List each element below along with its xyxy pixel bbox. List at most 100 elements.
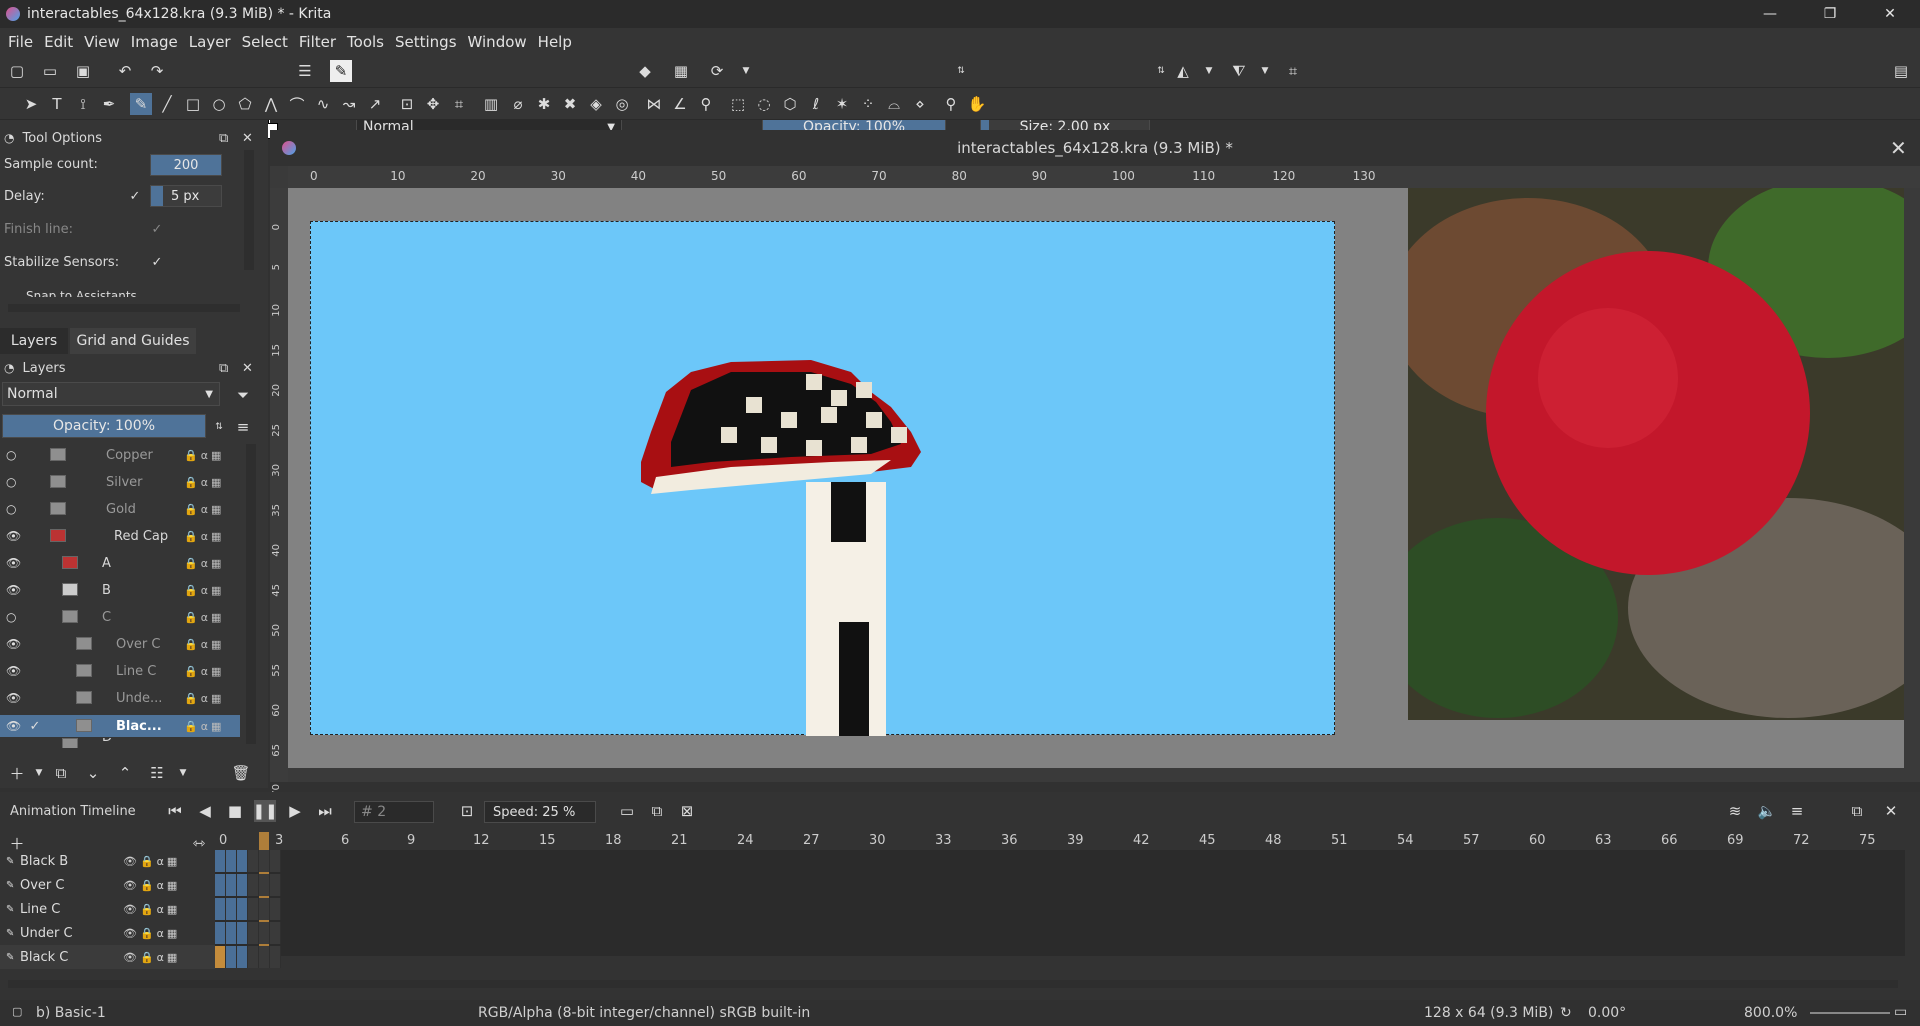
frame-cell[interactable] — [215, 898, 226, 920]
tool-options-vscrollbar[interactable] — [244, 150, 254, 270]
frame-cell[interactable] — [248, 850, 259, 872]
layer-checkbox[interactable]: ✓ — [28, 719, 42, 734]
layer-row-copper[interactable]: ○ Copper 🔒α▦ — [0, 444, 240, 466]
menu-tools[interactable]: Tools — [347, 33, 384, 51]
menu-layer[interactable]: Layer — [189, 33, 231, 51]
frame-cell[interactable] — [226, 898, 237, 920]
frame-cell[interactable] — [237, 922, 248, 944]
frame-cell[interactable] — [226, 874, 237, 896]
visibility-icon[interactable]: 👁 — [6, 691, 21, 705]
layer-lock-icons[interactable]: 🔒α▦ — [184, 665, 224, 678]
reload-preset-icon[interactable]: ⟳ — [706, 60, 728, 82]
frame-cell[interactable] — [237, 874, 248, 896]
layer-row-a[interactable]: 👁 A 🔒α▦ — [0, 552, 240, 574]
layer-opacity-stepper-icon[interactable]: ⇅ — [208, 416, 230, 438]
layer-row-b[interactable]: 👁 B 🔒α▦ — [0, 579, 240, 601]
frame-cell[interactable] — [215, 946, 226, 968]
delay-input[interactable]: 5 px — [150, 185, 222, 207]
visibility-icon[interactable]: 👁 — [6, 637, 21, 651]
visibility-icon[interactable]: 👁 — [6, 529, 21, 543]
frame-cell[interactable] — [270, 898, 281, 920]
pin-icon[interactable]: ✎ — [6, 856, 14, 867]
visibility-icon[interactable]: 👁 — [6, 664, 21, 678]
sample-count-input[interactable]: 200 — [150, 154, 222, 176]
select-shapes-tool-icon[interactable]: ➤ — [20, 93, 42, 115]
timeline-row-black-b[interactable]: ✎ Black B 👁🔒α▦ — [0, 849, 215, 873]
frame-cell[interactable] — [215, 874, 226, 896]
frame-grid[interactable]: 0 3 6 9 12 15 18 21 24 27 30 33 36 39 42 45 48 51 54 57 60 63… — [215, 832, 1905, 968]
previous-frame-icon[interactable]: ◀ — [194, 800, 216, 822]
delete-layer-icon[interactable]: 🗑 — [230, 762, 252, 784]
layer-lock-icons[interactable]: 🔒α▦ — [184, 557, 224, 570]
zoom-value[interactable]: 800.0% — [1744, 1005, 1797, 1021]
frame-cell[interactable] — [215, 850, 226, 872]
zoom-slider[interactable] — [1810, 1012, 1890, 1014]
layer-row-line-c[interactable]: 👁 Line C 🔒α▦ — [0, 660, 240, 682]
frame-cell[interactable] — [270, 874, 281, 896]
move-layer-up-icon[interactable]: ⌃ — [114, 762, 136, 784]
first-frame-icon[interactable]: ⏮ — [164, 800, 186, 822]
move-layer-down-icon[interactable]: ⌄ — [82, 762, 104, 784]
onion-skin-icon[interactable]: ▭ — [616, 800, 638, 822]
measure-tool-icon[interactable]: ∠ — [669, 93, 691, 115]
menu-select[interactable]: Select — [242, 33, 288, 51]
frame-cell[interactable] — [270, 850, 281, 872]
frame-cell[interactable] — [215, 922, 226, 944]
move-tool-icon[interactable]: ✥ — [422, 93, 444, 115]
timeline-row-under-c[interactable]: ✎ Under C 👁🔒α▦ — [0, 921, 215, 945]
redo-icon[interactable]: ↷ — [146, 60, 168, 82]
add-layer-icon[interactable]: ＋ — [6, 762, 28, 784]
layer-row-gold[interactable]: ○ Gold 🔒α▦ — [0, 498, 240, 520]
row-visibility-icons[interactable]: 👁🔒α▦ — [123, 879, 180, 892]
undo-icon[interactable]: ↶ — [114, 60, 136, 82]
frame-cell[interactable] — [270, 922, 281, 944]
stop-icon[interactable]: ■ — [224, 800, 246, 822]
wrap-around-icon[interactable]: ⌗ — [1282, 60, 1304, 82]
visibility-icon[interactable]: ○ — [6, 502, 16, 516]
polyline-tool-icon[interactable]: ⋀ — [260, 93, 282, 115]
filter-icon[interactable]: ⏷ — [232, 384, 254, 406]
frame-cell[interactable] — [237, 898, 248, 920]
layer-row-c[interactable]: ○ C 🔒α▦ — [0, 606, 240, 628]
visibility-icon[interactable]: ○ — [6, 448, 16, 462]
gradient-tool-icon[interactable]: ▥ — [480, 93, 502, 115]
assistant-tool-icon-2[interactable]: ⋈ — [643, 93, 665, 115]
menu-filter[interactable]: Filter — [299, 33, 336, 51]
frame-cell[interactable] — [259, 874, 270, 896]
layer-row-silver[interactable]: ○ Silver 🔒α▦ — [0, 471, 240, 493]
pin-icon[interactable]: ✎ — [6, 904, 14, 915]
chevron-down-icon[interactable]: ▼ — [735, 60, 757, 82]
layer-lock-icons[interactable]: 🔒α▦ — [184, 449, 224, 462]
freehand-path-tool-icon[interactable]: ∿ — [312, 93, 334, 115]
edit-shapes-tool-icon[interactable]: ⟟ — [72, 93, 94, 115]
layer-row-black-c-selected[interactable]: 👁 ✓ Blac... 🔒α▦ — [0, 715, 240, 737]
frame-cell[interactable] — [248, 922, 259, 944]
layer-options-menu-icon[interactable]: ≡ — [232, 416, 254, 438]
polygonal-selection-icon[interactable]: ⬡ — [779, 93, 801, 115]
layer-lock-icons[interactable]: 🔒α▦ — [184, 584, 224, 597]
restore-button[interactable]: ❐ — [1800, 0, 1860, 28]
eraser-icon[interactable]: ◆ — [634, 60, 656, 82]
timeline-row-line-c[interactable]: ✎ Line C 👁🔒α▦ — [0, 897, 215, 921]
reference-photo[interactable] — [1408, 188, 1904, 720]
layer-properties-icon[interactable]: ☷ — [146, 762, 168, 784]
stabilize-sensors-checkbox[interactable]: ✓ — [150, 255, 164, 270]
row-visibility-icons[interactable]: 👁🔒α▦ — [123, 903, 180, 916]
reference-images-tool-icon[interactable]: ⚲ — [695, 93, 717, 115]
layer-list-scrollbar[interactable] — [246, 444, 256, 744]
chevron-down-icon[interactable]: ▼ — [172, 762, 194, 784]
visibility-icon[interactable]: 👁 — [6, 719, 21, 733]
next-frame-icon[interactable]: ▶ — [284, 800, 306, 822]
frame-number-input[interactable]: # 2 — [354, 801, 434, 823]
menu-view[interactable]: View — [84, 33, 120, 51]
freehand-selection-icon[interactable]: ℓ — [805, 93, 827, 115]
rectangular-selection-icon[interactable]: ⬚ — [727, 93, 749, 115]
fill-tool-icon[interactable]: ◈ — [585, 93, 607, 115]
layer-lock-icons[interactable]: 🔒α▦ — [184, 530, 224, 543]
onion-skins-icon[interactable]: ≋ — [1724, 800, 1746, 822]
frame-cell[interactable] — [259, 922, 270, 944]
size-stepper-icon[interactable]: ⇅ — [1150, 60, 1172, 82]
transform-tool-icon[interactable]: ⊡ — [396, 93, 418, 115]
menu-image[interactable]: Image — [131, 33, 178, 51]
menu-settings[interactable]: Settings — [395, 33, 457, 51]
